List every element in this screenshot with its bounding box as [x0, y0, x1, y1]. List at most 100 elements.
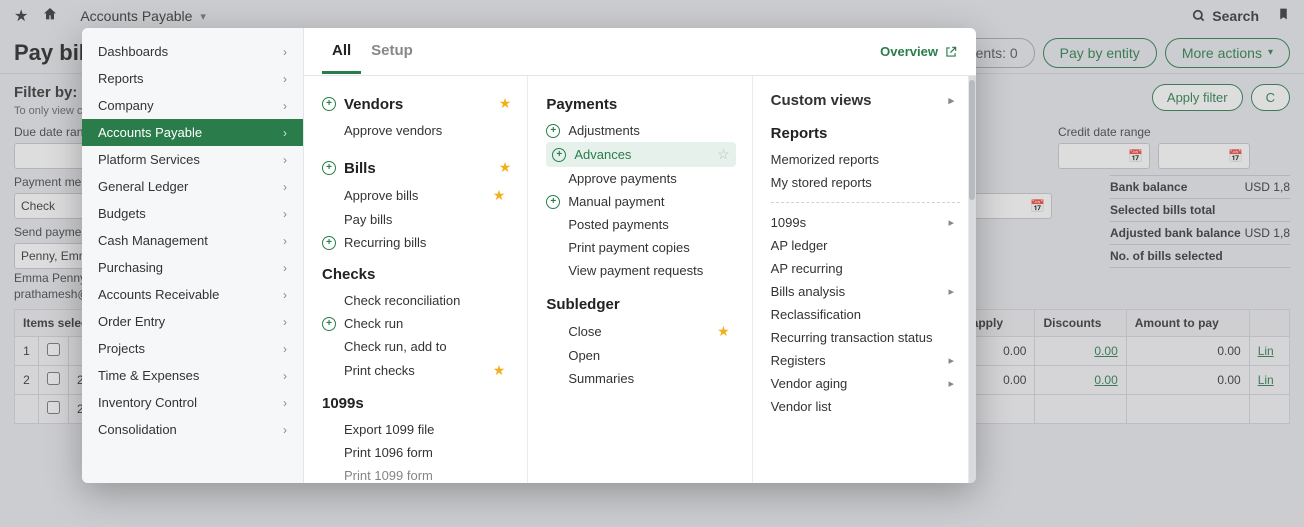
menu-view-payment-requests[interactable]: View payment requests — [546, 259, 735, 282]
menu-open[interactable]: Open — [546, 344, 735, 367]
menu-approve-bills[interactable]: Approve bills★ — [322, 183, 511, 208]
sidebar-item-inventory-control[interactable]: Inventory Control› — [82, 389, 303, 416]
plus-circle-icon[interactable]: + — [322, 161, 336, 175]
chevron-right-icon: › — [283, 234, 287, 248]
menu-1099s[interactable]: 1099s▸ — [771, 211, 960, 234]
mega-menu: Dashboards›Reports›Company›Accounts Paya… — [82, 28, 976, 483]
menu-print-1099[interactable]: Print 1099 form — [322, 464, 511, 483]
sidebar-item-general-ledger[interactable]: General Ledger› — [82, 173, 303, 200]
menu-adjustments[interactable]: +Adjustments — [546, 119, 735, 142]
chevron-right-icon: › — [283, 342, 287, 356]
mega-menu-sidebar: Dashboards›Reports›Company›Accounts Paya… — [82, 28, 304, 483]
sidebar-item-time-expenses[interactable]: Time & Expenses› — [82, 362, 303, 389]
subledger-heading: Subledger — [546, 296, 735, 313]
chevron-right-icon: › — [283, 72, 287, 86]
star-icon[interactable]: ★ — [717, 323, 730, 340]
menu-advances[interactable]: +Advances☆ — [546, 142, 735, 167]
menu-check-run[interactable]: +Check run — [322, 312, 511, 335]
sidebar-item-accounts-receivable[interactable]: Accounts Receivable› — [82, 281, 303, 308]
menu-close[interactable]: Close★ — [546, 319, 735, 344]
sidebar-item-order-entry[interactable]: Order Entry› — [82, 308, 303, 335]
chevron-right-icon: ▸ — [948, 94, 954, 107]
star-icon[interactable]: ★ — [499, 159, 512, 176]
menu-manual-payment[interactable]: +Manual payment — [546, 190, 735, 213]
chevron-right-icon: › — [283, 45, 287, 59]
sidebar-item-accounts-payable[interactable]: Accounts Payable› — [82, 119, 303, 146]
mega-menu-columns: + Vendors ★ Approve vendors + Bills ★ Appr… — [304, 76, 976, 483]
mega-menu-tabs: All Setup Overview — [304, 28, 976, 76]
checks-heading: Checks — [322, 266, 511, 283]
chevron-right-icon: ▸ — [948, 377, 954, 390]
menu-recurring-transaction-status[interactable]: Recurring transaction status — [771, 326, 960, 349]
vendors-heading: Vendors — [344, 96, 403, 113]
menu-ap-ledger[interactable]: AP ledger — [771, 234, 960, 257]
scrollbar-thumb[interactable] — [969, 80, 975, 200]
menu-print-checks[interactable]: Print checks★ — [322, 358, 511, 383]
menu-ap-recurring[interactable]: AP recurring — [771, 257, 960, 280]
plus-circle-icon[interactable]: + — [546, 124, 560, 138]
menu-bills-analysis[interactable]: Bills analysis▸ — [771, 280, 960, 303]
menu-my-stored-reports[interactable]: My stored reports — [771, 171, 960, 194]
mega-col-2: Payments +Adjustments +Advances☆ Approve… — [528, 76, 752, 483]
chevron-right-icon: › — [283, 288, 287, 302]
chevron-right-icon: › — [283, 423, 287, 437]
menu-export-1099[interactable]: Export 1099 file — [322, 418, 511, 441]
menu-approve-vendors[interactable]: Approve vendors — [322, 119, 511, 142]
sidebar-item-purchasing[interactable]: Purchasing› — [82, 254, 303, 281]
chevron-right-icon: › — [283, 126, 287, 140]
plus-circle-icon[interactable]: + — [322, 317, 336, 331]
sidebar-item-platform-services[interactable]: Platform Services› — [82, 146, 303, 173]
sidebar-item-consolidation[interactable]: Consolidation› — [82, 416, 303, 443]
chevron-right-icon: ▸ — [948, 354, 954, 367]
star-icon[interactable]: ★ — [499, 95, 512, 112]
chevron-right-icon: › — [283, 369, 287, 383]
plus-circle-icon[interactable]: + — [546, 195, 560, 209]
sidebar-item-company[interactable]: Company› — [82, 92, 303, 119]
mega-col-3: Custom views▸ Reports Memorized reports … — [753, 76, 976, 483]
sidebar-item-reports[interactable]: Reports› — [82, 65, 303, 92]
menu-reclassification[interactable]: Reclassification — [771, 303, 960, 326]
star-icon[interactable]: ★ — [493, 362, 506, 379]
tab-all[interactable]: All — [322, 30, 361, 74]
sidebar-item-budgets[interactable]: Budgets› — [82, 200, 303, 227]
chevron-right-icon: › — [283, 207, 287, 221]
tab-setup[interactable]: Setup — [361, 30, 423, 74]
menu-recurring-bills[interactable]: +Recurring bills — [322, 231, 511, 254]
chevron-right-icon: › — [283, 261, 287, 275]
menu-vendor-aging[interactable]: Vendor aging▸ — [771, 372, 960, 395]
chevron-right-icon: ▸ — [948, 216, 954, 229]
chevron-right-icon: › — [283, 99, 287, 113]
overview-link[interactable]: Overview — [880, 44, 958, 59]
menu-approve-payments[interactable]: Approve payments — [546, 167, 735, 190]
star-icon[interactable]: ★ — [493, 187, 506, 204]
menu-summaries[interactable]: Summaries — [546, 367, 735, 390]
sidebar-item-cash-management[interactable]: Cash Management› — [82, 227, 303, 254]
plus-circle-icon[interactable]: + — [552, 148, 566, 162]
mega-menu-main: All Setup Overview + Vendors ★ Approve ve… — [304, 28, 976, 483]
plus-circle-icon[interactable]: + — [322, 97, 336, 111]
reports-heading: Reports — [771, 125, 960, 142]
1099s-heading: 1099s — [322, 395, 511, 412]
menu-print-1096[interactable]: Print 1096 form — [322, 441, 511, 464]
chevron-right-icon: ▸ — [948, 285, 954, 298]
menu-check-run-add[interactable]: Check run, add to — [322, 335, 511, 358]
external-link-icon — [944, 45, 958, 59]
sidebar-item-projects[interactable]: Projects› — [82, 335, 303, 362]
mega-col-1: + Vendors ★ Approve vendors + Bills ★ Appr… — [304, 76, 528, 483]
menu-memorized-reports[interactable]: Memorized reports — [771, 148, 960, 171]
menu-registers[interactable]: Registers▸ — [771, 349, 960, 372]
star-outline-icon[interactable]: ☆ — [717, 146, 730, 163]
payments-heading: Payments — [546, 96, 735, 113]
menu-custom-views[interactable]: Custom views▸ — [771, 88, 960, 113]
chevron-right-icon: › — [283, 396, 287, 410]
plus-circle-icon[interactable]: + — [322, 236, 336, 250]
bills-heading: Bills — [344, 160, 376, 177]
menu-print-payment-copies[interactable]: Print payment copies — [546, 236, 735, 259]
chevron-right-icon: › — [283, 153, 287, 167]
menu-vendor-list[interactable]: Vendor list — [771, 395, 960, 418]
chevron-right-icon: › — [283, 180, 287, 194]
menu-check-reconciliation[interactable]: Check reconciliation — [322, 289, 511, 312]
menu-posted-payments[interactable]: Posted payments — [546, 213, 735, 236]
sidebar-item-dashboards[interactable]: Dashboards› — [82, 38, 303, 65]
menu-pay-bills[interactable]: Pay bills — [322, 208, 511, 231]
